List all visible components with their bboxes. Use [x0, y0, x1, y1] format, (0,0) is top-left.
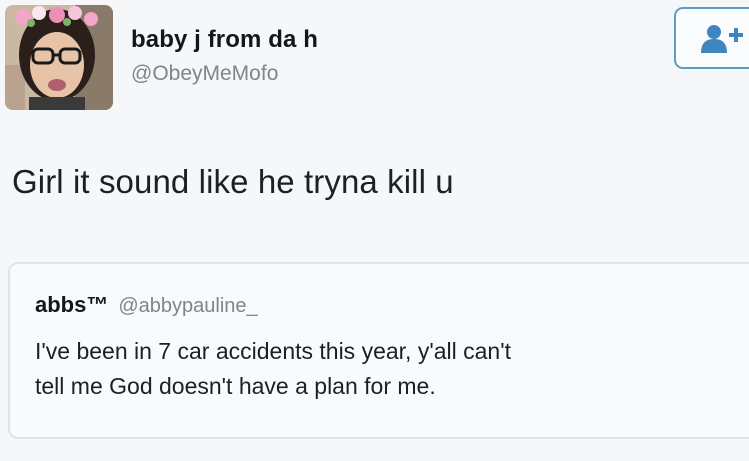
- add-user-icon: [701, 25, 743, 53]
- tweet-text: Girl it sound like he tryna kill u: [12, 163, 454, 200]
- author-display-name[interactable]: baby j from da h: [131, 26, 318, 54]
- quoted-author-display-name: abbs™: [35, 292, 109, 317]
- quoted-tweet-text: I've been in 7 car accidents this year, …: [35, 334, 735, 404]
- quoted-tweet-text-line: tell me God doesn't have a plan for me.: [35, 373, 436, 399]
- avatar-photo: [5, 5, 113, 110]
- tweet-card: baby j from da h @ObeyMeMofo Girl it sou…: [0, 0, 749, 461]
- author-handle[interactable]: @ObeyMeMofo: [131, 62, 278, 86]
- quoted-author-handle: @abbypauline_: [118, 295, 258, 317]
- quoted-tweet-text-line: I've been in 7 car accidents this year, …: [35, 338, 511, 364]
- quoted-tweet-header: abbs™ @abbypauline_: [35, 292, 258, 318]
- avatar[interactable]: [5, 5, 113, 110]
- quoted-tweet[interactable]: abbs™ @abbypauline_ I've been in 7 car ac…: [8, 262, 749, 439]
- follow-button[interactable]: [674, 7, 749, 69]
